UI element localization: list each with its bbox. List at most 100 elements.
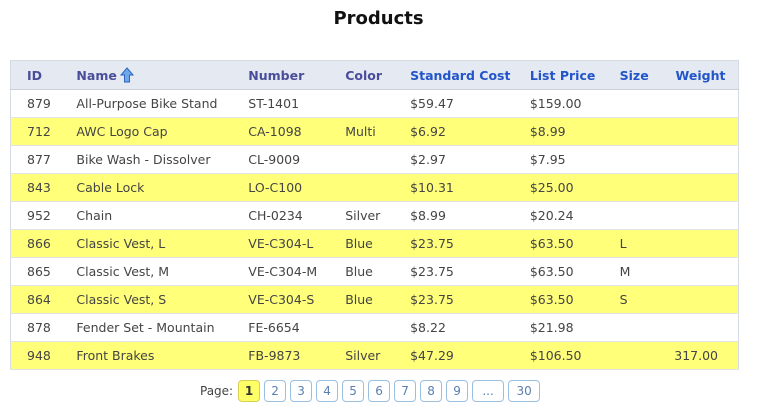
- column-header-size[interactable]: Size: [603, 60, 660, 90]
- cell-color: [329, 313, 395, 342]
- cell-color: Blue: [329, 285, 395, 314]
- cell-number: VE-C304-M: [232, 257, 330, 286]
- cell-standard-cost: $23.75: [394, 229, 514, 258]
- cell-name: Chain: [60, 201, 233, 230]
- pagination-pages: 1 2 3 4 5 6 7 8 9... 30: [238, 380, 544, 402]
- cell-number: ST-1401: [232, 89, 330, 118]
- cell-standard-cost: $59.47: [394, 89, 514, 118]
- cell-size: [603, 313, 660, 342]
- cell-list-price: $25.00: [513, 173, 604, 202]
- table-row[interactable]: 878 Fender Set - Mountain FE-6654 $8.22 $21.…: [10, 313, 739, 342]
- cell-list-price: $7.95: [513, 145, 604, 174]
- cell-name: AWC Logo Cap: [60, 117, 233, 146]
- table-row[interactable]: 864 Classic Vest, S VE-C304-S Blue $23.75 $63…: [10, 285, 739, 314]
- cell-id: 952: [10, 201, 61, 230]
- cell-list-price: $106.50: [513, 341, 604, 370]
- table-row[interactable]: 877 Bike Wash - Dissolver CL-9009 $2.97 $7.9…: [10, 145, 739, 174]
- cell-list-price: $63.50: [513, 257, 604, 286]
- cell-name: Classic Vest, M: [60, 257, 233, 286]
- column-header-list-price[interactable]: List Price: [513, 60, 604, 90]
- cell-id: 879: [10, 89, 61, 118]
- cell-size: S: [603, 285, 660, 314]
- cell-standard-cost: $8.99: [394, 201, 514, 230]
- page-button-5[interactable]: 5: [342, 380, 365, 402]
- cell-number: VE-C304-L: [232, 229, 330, 258]
- cell-standard-cost: $8.22: [394, 313, 514, 342]
- page-button-4[interactable]: 4: [316, 380, 339, 402]
- pagination: Page: 1 2 3 4 5 6 7 8 9... 30: [200, 380, 544, 402]
- page-button-30[interactable]: 30: [508, 380, 541, 402]
- cell-number: CL-9009: [232, 145, 330, 174]
- page-button-2[interactable]: 2: [264, 380, 287, 402]
- page-ellipsis-button[interactable]: ...: [472, 380, 505, 402]
- cell-name: Front Brakes: [60, 341, 233, 370]
- table-row[interactable]: 948 Front Brakes FB-9873 Silver $47.29 $106.5…: [10, 341, 739, 370]
- cell-id: 712: [10, 117, 61, 146]
- cell-number: FB-9873: [232, 341, 330, 370]
- cell-color: Blue: [329, 229, 395, 258]
- table-row[interactable]: 952 Chain CH-0234 Silver $8.99 $20.24: [10, 201, 739, 230]
- cell-name: All-Purpose Bike Stand: [60, 89, 233, 118]
- cell-weight: 317.00: [659, 341, 739, 370]
- table-body: 879 All-Purpose Bike Stand ST-1401 $59.47 $1…: [10, 89, 739, 370]
- page-title: Products: [333, 8, 424, 29]
- table-row[interactable]: 879 All-Purpose Bike Stand ST-1401 $59.47 $1…: [10, 89, 739, 118]
- cell-id: 866: [10, 229, 61, 258]
- table-row[interactable]: 712 AWC Logo Cap CA-1098 Multi $6.92 $8.99: [10, 117, 739, 146]
- page-button-6[interactable]: 6: [368, 380, 391, 402]
- cell-weight: [659, 257, 739, 286]
- column-header-weight[interactable]: Weight: [659, 60, 739, 90]
- cell-number: VE-C304-S: [232, 285, 330, 314]
- cell-id: 864: [10, 285, 61, 314]
- page-button-7[interactable]: 7: [394, 380, 417, 402]
- cell-standard-cost: $23.75: [394, 257, 514, 286]
- cell-id: 865: [10, 257, 61, 286]
- cell-color: Silver: [329, 201, 395, 230]
- cell-standard-cost: $2.97: [394, 145, 514, 174]
- cell-name: Classic Vest, S: [60, 285, 233, 314]
- cell-standard-cost: $10.31: [394, 173, 514, 202]
- cell-color: [329, 89, 395, 118]
- column-header-name[interactable]: Name: [60, 60, 233, 90]
- cell-weight: [659, 117, 739, 146]
- cell-id: 843: [10, 173, 61, 202]
- cell-list-price: $159.00: [513, 89, 604, 118]
- cell-color: Blue: [329, 257, 395, 286]
- cell-size: L: [603, 229, 660, 258]
- cell-color: [329, 173, 395, 202]
- column-header-number[interactable]: Number: [232, 60, 330, 90]
- cell-size: [603, 89, 660, 118]
- cell-id: 878: [10, 313, 61, 342]
- cell-name: Fender Set - Mountain: [60, 313, 233, 342]
- cell-number: LO-C100: [232, 173, 330, 202]
- cell-id: 877: [10, 145, 61, 174]
- column-header-id[interactable]: ID: [10, 60, 61, 90]
- cell-weight: [659, 229, 739, 258]
- page-button-1[interactable]: 1: [238, 380, 261, 402]
- page-button-8[interactable]: 8: [420, 380, 443, 402]
- column-header-standard-cost[interactable]: Standard Cost: [394, 60, 514, 90]
- cell-weight: [659, 313, 739, 342]
- cell-name: Cable Lock: [60, 173, 233, 202]
- cell-color: Silver: [329, 341, 395, 370]
- cell-weight: [659, 285, 739, 314]
- cell-color: Multi: [329, 117, 395, 146]
- cell-number: FE-6654: [232, 313, 330, 342]
- table-row[interactable]: 866 Classic Vest, L VE-C304-L Blue $23.75 $63…: [10, 229, 739, 258]
- table-header-row: ID Name Number Color Standard Cost List …: [10, 60, 739, 90]
- column-header-color[interactable]: Color: [329, 60, 395, 90]
- table-row[interactable]: 843 Cable Lock LO-C100 $10.31 $25.00: [10, 173, 739, 202]
- cell-list-price: $20.24: [513, 201, 604, 230]
- cell-id: 948: [10, 341, 61, 370]
- column-header-name-label: Name: [76, 68, 117, 83]
- cell-size: [603, 201, 660, 230]
- cell-size: [603, 117, 660, 146]
- page-button-9[interactable]: 9: [446, 380, 469, 402]
- table-row[interactable]: 865 Classic Vest, M VE-C304-M Blue $23.75 $63…: [10, 257, 739, 286]
- cell-list-price: $63.50: [513, 229, 604, 258]
- pagination-label: Page:: [200, 384, 234, 398]
- page-button-3[interactable]: 3: [290, 380, 313, 402]
- cell-size: [603, 173, 660, 202]
- cell-size: [603, 145, 660, 174]
- cell-number: CH-0234: [232, 201, 330, 230]
